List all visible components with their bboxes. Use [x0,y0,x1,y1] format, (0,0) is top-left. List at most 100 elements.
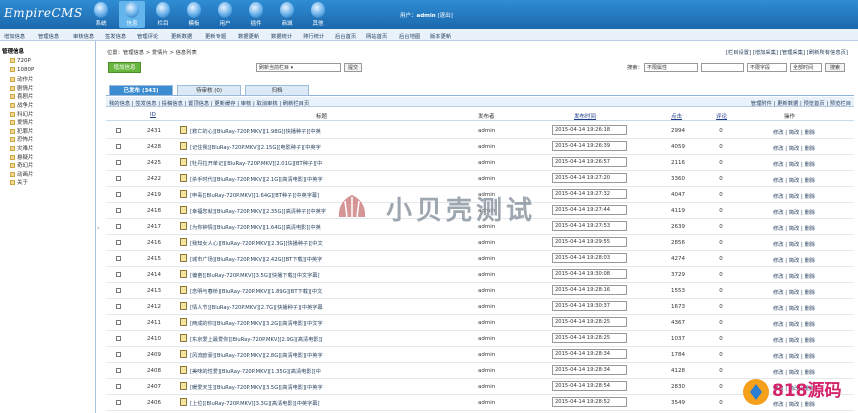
row-ops[interactable]: 修改 | 简改 | 删除 [773,256,815,264]
logout-link[interactable]: [退出] [437,13,452,19]
edit-doc-icon[interactable] [180,222,187,230]
sidebar-item[interactable]: 悬疑片 [10,153,34,161]
nav-shop[interactable]: 商城 [274,1,300,28]
menu-item[interactable]: 排行统计 [303,32,324,40]
row-title-link[interactable]: [申毒][BluRay-720P.MKV][1.64G][BT种子][中英字幕] [190,192,342,199]
edit-doc-icon[interactable] [180,366,187,374]
row-title-link[interactable]: [我知女人心][BluRay-720P.MKV][2.3G][快播种子][中文 [190,240,342,247]
menu-item[interactable]: 管理评论 [137,32,158,40]
sidebar-item[interactable]: 动作片 [10,75,34,83]
row-ops[interactable]: 修改 | 简改 | 删除 [773,288,815,296]
col-time[interactable]: 发布时间 [574,112,596,120]
row-checkbox[interactable] [116,368,121,373]
search-attribute-select[interactable]: 不限属性 [644,63,698,72]
action-links-left[interactable]: 我的信息 | 签发信息 | 投稿信息 | 置顶信息 | 更新缓存 | 审核 | … [109,99,309,107]
row-time-input[interactable]: 2015-04-14 19:28:25 [552,317,627,327]
row-checkbox[interactable] [116,128,121,133]
row-time-input[interactable]: 2015-04-14 19:28:34 [552,349,627,359]
row-comments-link[interactable]: 0 [716,224,726,230]
row-checkbox[interactable] [116,320,121,325]
row-ops[interactable]: 修改 | 简改 | 删除 [773,320,815,328]
row-checkbox[interactable] [116,144,121,149]
row-comments-link[interactable]: 0 [716,256,726,262]
edit-doc-icon[interactable] [180,254,187,262]
row-comments-link[interactable]: 0 [716,208,726,214]
edit-doc-icon[interactable] [180,286,187,294]
row-time-input[interactable]: 2015-04-14 19:27:53 [552,221,627,231]
row-title-link[interactable]: [为你钟情][BluRay-720P.MKV][1.64G][高清电影][中英 [190,224,342,231]
row-comments-link[interactable]: 0 [716,160,726,166]
row-checkbox[interactable] [116,224,121,229]
row-comments-link[interactable]: 0 [716,288,726,294]
row-time-input[interactable]: 2015-04-14 19:26:39 [552,141,627,151]
menu-item[interactable]: 审核信息 [73,32,94,40]
row-ops[interactable]: 修改 | 简改 | 删除 [773,224,815,232]
row-ops[interactable]: 修改 | 简改 | 删除 [773,272,815,280]
row-checkbox[interactable] [116,304,121,309]
collapse-sidebar-icon[interactable]: › [97,225,99,232]
col-clicks[interactable]: 点击 [671,112,682,120]
sidebar-item[interactable]: 1080P [10,66,34,73]
row-ops[interactable]: 修改 | 简改 | 删除 [773,240,815,248]
row-title-link[interactable]: [牡丹拉开单记][BluRay-720P.MKV][2.01G][BT种子][中 [190,160,342,167]
edit-doc-icon[interactable] [180,206,187,214]
menu-item[interactable]: 签发信息 [105,32,126,40]
row-time-input[interactable]: 2015-04-14 19:27:32 [552,189,627,199]
menu-item[interactable]: 更新数据 [171,32,192,40]
row-checkbox[interactable] [116,400,121,405]
row-title-link[interactable]: [东京爱上最爱你][BluRay-720P.MKV][2.9G][高清电影][ [190,336,342,343]
row-time-input[interactable]: 2015-04-14 19:27:44 [552,205,627,215]
menu-item[interactable]: 后台首页 [335,32,356,40]
row-ops[interactable]: 修改 | 简改 | 删除 [773,176,815,184]
row-title-link[interactable]: [城市广场][BluRay-720P.MKV][2.42G][BT下载][中英字 [190,256,342,263]
row-title-link[interactable]: [记住我][BluRay-720P.MKV][2.15G][电影种子][中英字 [190,144,342,151]
row-comments-link[interactable]: 0 [716,320,726,326]
row-title-link[interactable]: [上位][BluRay-720P.MKV][3.3G][高清电影][中英字幕] [190,400,342,407]
search-time-select[interactable]: 全部时间 [790,63,822,72]
row-time-input[interactable]: 2015-04-14 19:28:54 [552,381,627,391]
edit-doc-icon[interactable] [180,398,187,406]
sidebar-item[interactable]: 动画片 [10,170,34,178]
menu-item[interactable]: 后台地图 [399,32,420,40]
row-comments-link[interactable]: 0 [716,304,726,310]
sidebar-item[interactable]: 奇幻片 [10,161,34,169]
menu-item[interactable]: 更新专题 [205,32,226,40]
row-title-link[interactable]: [救亡的心][BluRay-720P.MKV][1.98G][快播种子][中英 [190,128,342,135]
search-input[interactable] [701,63,744,72]
sidebar-item[interactable]: 喜剧片 [10,92,34,100]
row-comments-link[interactable]: 0 [716,144,726,150]
row-time-input[interactable]: 2015-04-14 19:29:55 [552,237,627,247]
row-title-link[interactable]: [情人节][BluRay-720P.MKV][2.7G][快播种子][中英字幕 [190,304,342,311]
edit-doc-icon[interactable] [180,270,187,278]
edit-doc-icon[interactable] [180,158,187,166]
nav-user[interactable]: 用户 [212,1,238,28]
row-comments-link[interactable]: 0 [716,400,726,406]
row-title-link[interactable]: [风流欧豪][BluRay-720P.MKV][2.8G][高清电影][中英字 [190,352,342,359]
sidebar-item[interactable]: 剧情片 [10,84,34,92]
row-checkbox[interactable] [116,352,121,357]
add-info-button[interactable]: 增加信息 [108,62,141,73]
sidebar-item[interactable]: 720P [10,58,31,64]
row-ops[interactable]: 修改 | 简改 | 删除 [773,336,815,344]
sidebar-item[interactable]: 爱情片 [10,118,34,126]
row-ops[interactable]: 修改 | 简改 | 删除 [773,144,815,152]
row-time-input[interactable]: 2015-04-14 19:28:34 [552,365,627,375]
edit-doc-icon[interactable] [180,238,187,246]
row-title-link[interactable]: [暖爱天生][BluRay-720P.MKV][3.5G][高清电影][中英字 [190,384,342,391]
edit-doc-icon[interactable] [180,174,187,182]
row-checkbox[interactable] [116,336,121,341]
row-comments-link[interactable]: 0 [716,192,726,198]
column-refresh-select[interactable]: 刷新当前栏目 ▾ [256,63,341,72]
row-time-input[interactable]: 2015-04-14 19:30:37 [552,301,627,311]
row-ops[interactable]: 修改 | 简改 | 删除 [773,128,815,136]
sidebar-item[interactable]: 灾难片 [10,144,34,152]
row-checkbox[interactable] [116,208,121,213]
row-checkbox[interactable] [116,384,121,389]
row-comments-link[interactable]: 0 [716,368,726,374]
column-submit-button[interactable]: 提交 [344,63,362,72]
row-title-link[interactable]: [念明与春桥][BluRay-720P.MKV][1.89G][BT下载][中文 [190,288,342,295]
menu-item[interactable]: 增加信息 [4,32,25,40]
edit-doc-icon[interactable] [180,382,187,390]
row-checkbox[interactable] [116,256,121,261]
row-ops[interactable]: 修改 | 简改 | 删除 [773,160,815,168]
